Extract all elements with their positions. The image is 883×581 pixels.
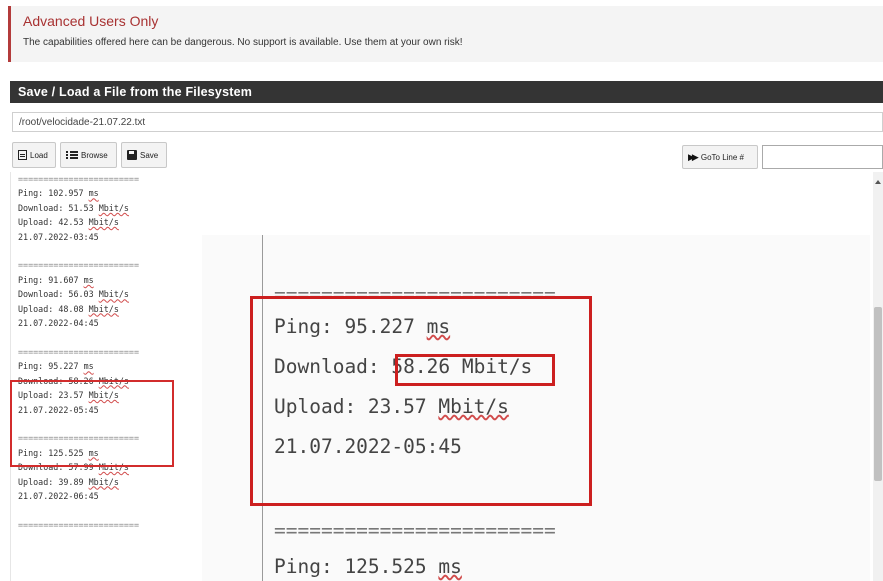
entry-date: 21.07.2022-06:45 [18, 490, 99, 501]
separator-line: ======================== [18, 346, 140, 357]
browse-button-label: Browse [81, 150, 108, 160]
file-icon [18, 150, 27, 160]
entry-upload: Upload: 42.53 [18, 217, 84, 228]
separator-line: ======================== [18, 519, 140, 530]
save-icon [127, 150, 137, 160]
entry-ping: Ping: 95.227 [18, 361, 79, 372]
entry-date: 21.07.2022-04:45 [18, 318, 99, 329]
unit-ms: ms [83, 274, 94, 285]
entry-download: Download: 51.53 [18, 202, 94, 213]
unit-mbit: Mbit/s [98, 202, 129, 213]
goto-line-label: GoTo Line # [700, 152, 744, 162]
list-icon [66, 150, 78, 160]
zoom-separator: ======================== [274, 519, 556, 542]
zoom-next-ping-unit: ms [438, 555, 462, 578]
scroll-up-icon[interactable] [875, 180, 881, 184]
zoom-highlight-box [250, 296, 592, 506]
zoom-next-ping-line: Ping: 125.525 ms [274, 555, 462, 578]
zoom-overlay: ======================== Ping: 95.227 ms… [202, 235, 870, 581]
zoom-download-highlight-box [395, 354, 555, 386]
unit-mbit: Mbit/s [98, 289, 129, 300]
unit-mbit: Mbit/s [88, 476, 119, 487]
separator-line: ======================== [18, 174, 140, 184]
goto-line-input[interactable] [762, 145, 883, 169]
entry-upload: Upload: 39.89 [18, 476, 84, 487]
entry-ping: Ping: 91.607 [18, 274, 79, 285]
editor-content[interactable]: ======================== Ping: 102.957 m… [18, 172, 139, 532]
fast-forward-icon: ▶▶ [688, 151, 699, 162]
goto-line-button[interactable]: ▶▶ GoTo Line # [682, 145, 758, 169]
load-button-label: Load [30, 150, 48, 160]
entry-ping: Ping: 102.957 [18, 188, 84, 199]
browse-button[interactable]: Browse [60, 142, 117, 168]
load-button[interactable]: Load [12, 142, 56, 168]
panel-heading: Save / Load a File from the Filesystem [10, 81, 883, 103]
unit-mbit: Mbit/s [88, 217, 119, 228]
entry-date: 21.07.2022-03:45 [18, 231, 99, 242]
unit-mbit: Mbit/s [88, 303, 119, 314]
panel-title: Save / Load a File from the Filesystem [18, 85, 253, 99]
entry-download: Download: 56.03 [18, 289, 94, 300]
highlight-box-entry [10, 380, 174, 467]
save-button-label: Save [140, 150, 159, 160]
scroll-thumb[interactable] [874, 307, 882, 481]
warning-banner: Advanced Users Only The capabilities off… [8, 6, 883, 62]
save-button[interactable]: Save [121, 142, 167, 168]
editor-scrollbar[interactable] [873, 172, 883, 581]
entry-upload: Upload: 48.08 [18, 303, 84, 314]
separator-line: ======================== [18, 260, 140, 271]
warning-title: Advanced Users Only [23, 13, 159, 29]
unit-ms: ms [83, 361, 94, 372]
warning-text: The capabilities offered here can be dan… [23, 37, 463, 48]
unit-ms: ms [88, 188, 99, 199]
zoom-next-ping-label: Ping: 125.525 [274, 555, 427, 578]
file-path-input[interactable] [12, 112, 883, 132]
